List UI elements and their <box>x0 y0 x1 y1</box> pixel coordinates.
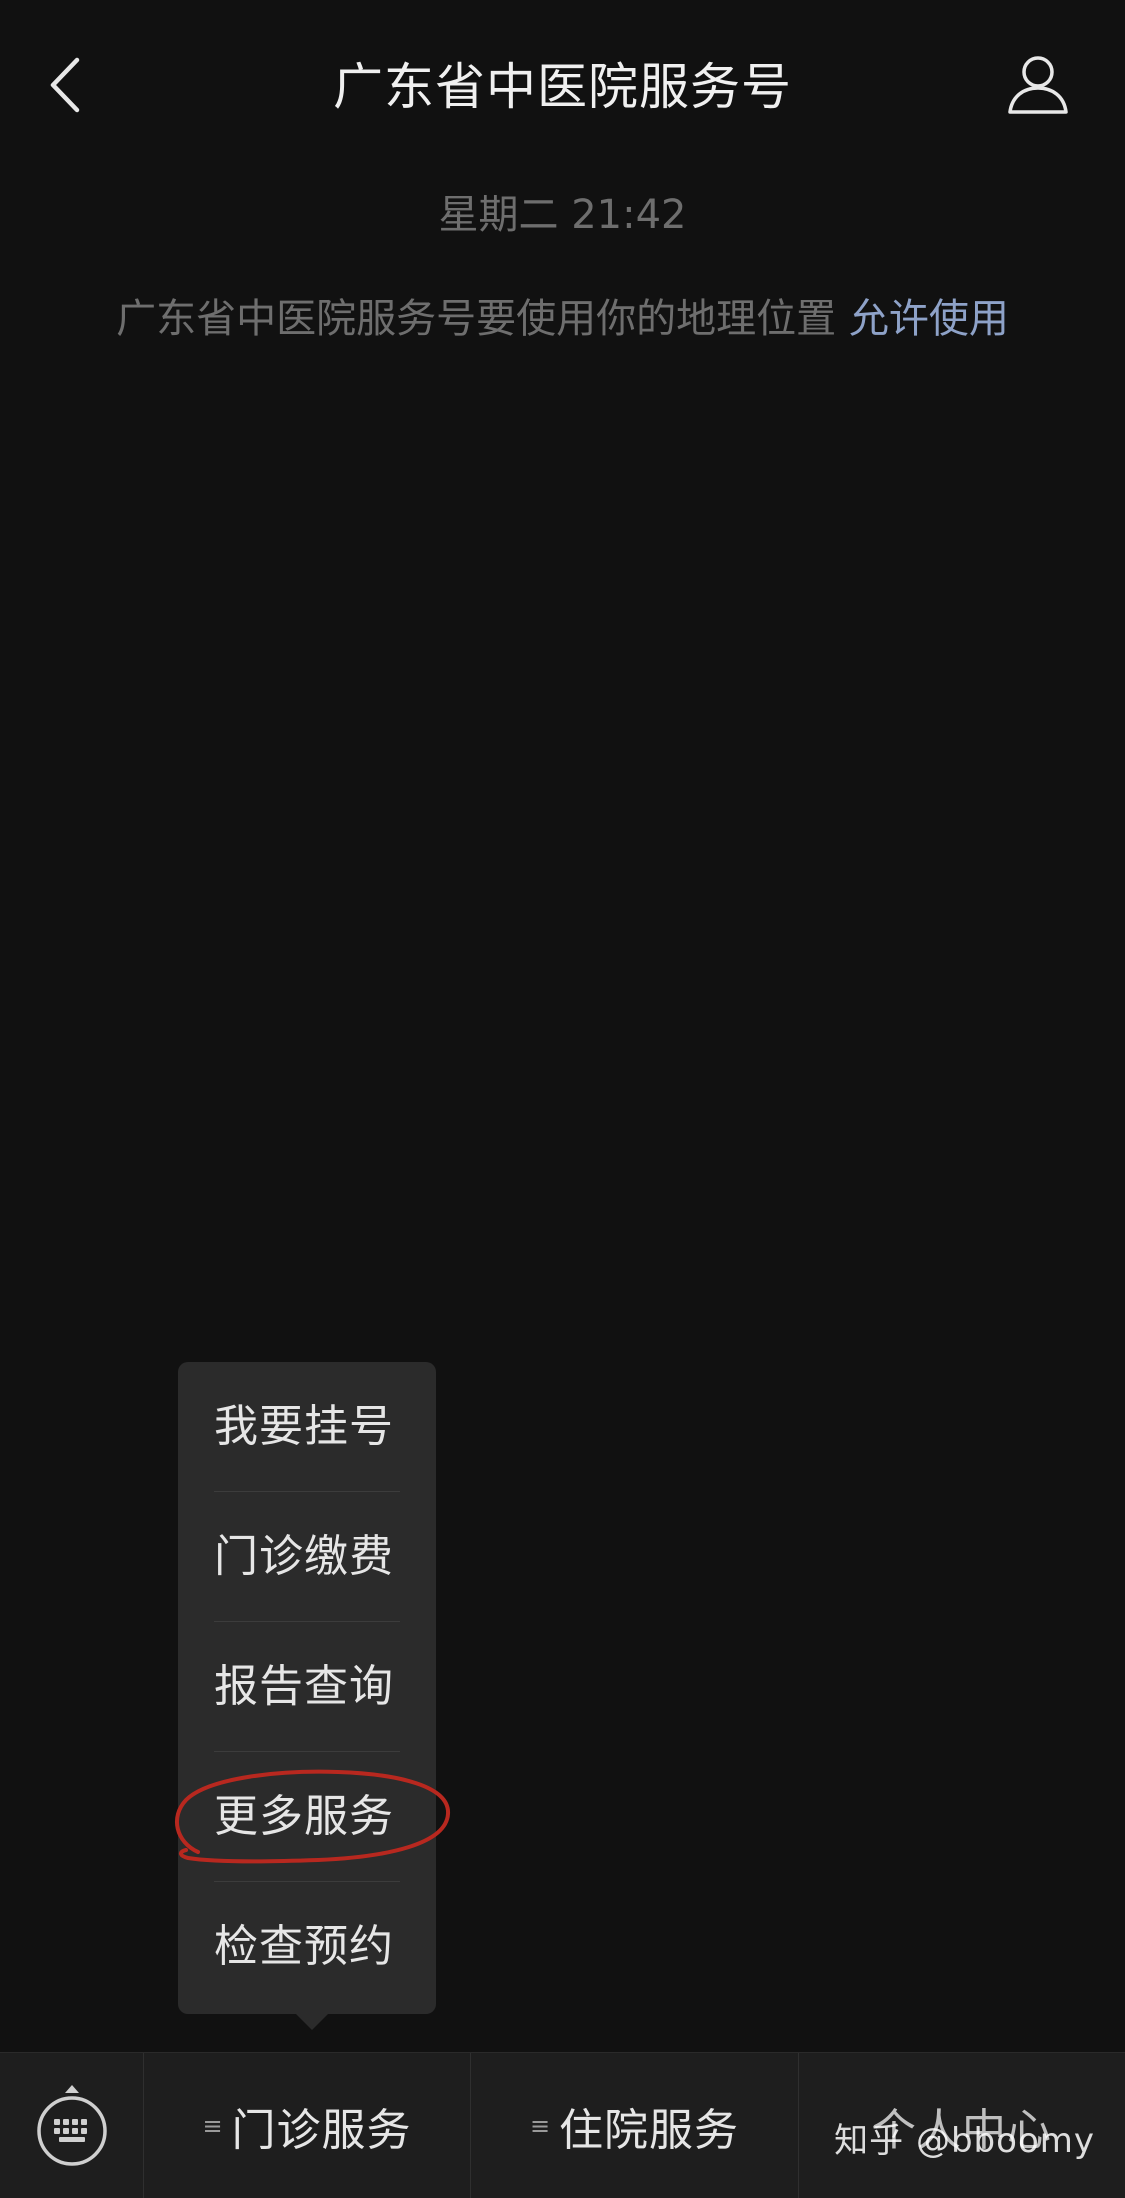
location-notice-text: 广东省中医院服务号要使用你的地理位置 <box>116 296 837 342</box>
zhihu-watermark: 知乎 @bboomy <box>834 2121 1095 2161</box>
keyboard-icon <box>36 2084 107 2166</box>
profile-button[interactable] <box>1006 52 1070 116</box>
menu-item-more-services[interactable]: 更多服务 <box>214 1752 400 1881</box>
tab-label: 住院服务 <box>559 2104 740 2156</box>
tab-outpatient-services[interactable]: ≡ 门诊服务 <box>144 2053 470 2198</box>
message-timestamp: 星期二 21:42 <box>438 192 687 238</box>
menu-item-report-query[interactable]: 报告查询 <box>214 1622 400 1751</box>
popup-pointer-arrow <box>296 2014 328 2030</box>
tab-inpatient-services[interactable]: ≡ 住院服务 <box>471 2053 798 2198</box>
menu-item-outpatient-payment[interactable]: 门诊缴费 <box>214 1492 400 1621</box>
tab-label: 门诊服务 <box>231 2104 412 2156</box>
back-button[interactable] <box>40 50 90 120</box>
location-permission-notice: 广东省中医院服务号要使用你的地理位置 允许使用 <box>100 285 1025 353</box>
allow-location-link[interactable]: 允许使用 <box>849 296 1009 342</box>
keyboard-toggle-button[interactable] <box>0 2053 143 2198</box>
menu-item-register[interactable]: 我要挂号 <box>214 1362 400 1491</box>
menu-lines-icon: ≡ <box>529 2111 552 2140</box>
person-icon <box>1008 56 1068 114</box>
menu-item-exam-booking[interactable]: 检查预约 <box>214 1882 400 2011</box>
submenu-popup: 我要挂号 门诊缴费 报告查询 更多服务 检查预约 <box>178 1362 436 2030</box>
menu-lines-icon: ≡ <box>202 2111 224 2140</box>
chevron-left-icon <box>50 57 80 113</box>
navigation-header: 广东省中医院服务号 <box>0 0 1125 170</box>
page-title: 广东省中医院服务号 <box>333 58 792 116</box>
